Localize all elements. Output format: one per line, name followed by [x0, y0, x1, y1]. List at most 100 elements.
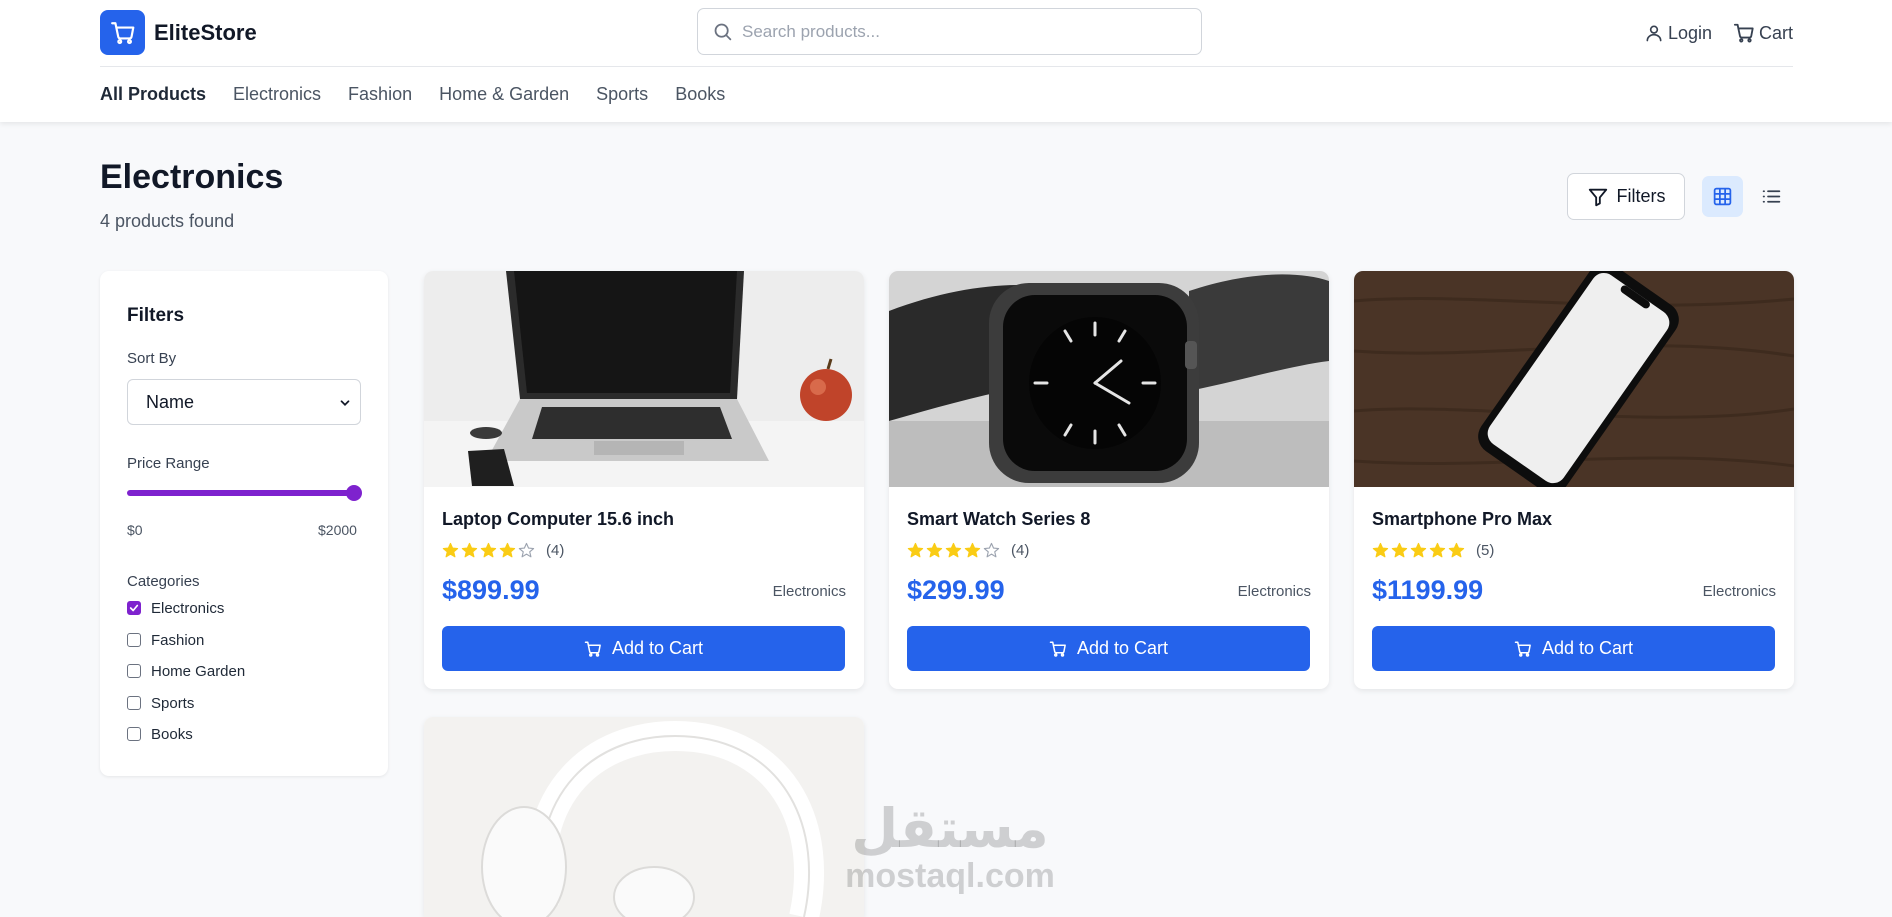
category-filter-label: Books [151, 725, 193, 743]
star-empty-icon [518, 542, 535, 558]
product-category: Electronics [1237, 583, 1311, 600]
star-empty-icon [983, 542, 1000, 558]
nav-item-books[interactable]: Books [675, 84, 725, 108]
product-image-headphones[interactable] [424, 717, 864, 917]
product-card[interactable] [424, 717, 864, 917]
review-count: (4) [546, 542, 565, 559]
checkbox[interactable] [127, 601, 141, 615]
category-filter-label: Electronics [151, 599, 225, 617]
add-to-cart-button[interactable]: Add to Cart [1372, 626, 1775, 671]
search-bar[interactable] [697, 8, 1202, 55]
add-to-cart-button[interactable]: Add to Cart [442, 626, 845, 671]
price-range-label: Price Range [127, 455, 210, 472]
search-icon [714, 23, 732, 41]
review-count: (4) [1011, 542, 1030, 559]
nav-item-home-garden[interactable]: Home & Garden [439, 84, 569, 108]
cart-label: Cart [1759, 22, 1794, 43]
product-card[interactable]: Smartphone Pro Max (5) $1199.99 Electron… [1354, 271, 1794, 689]
nav-item-sports[interactable]: Sports [596, 84, 648, 108]
product-rating: (4) [907, 542, 1029, 559]
product-image-smartwatch[interactable] [889, 271, 1329, 487]
category-filter-books[interactable]: Books [127, 724, 193, 744]
star-filled-icon [1410, 542, 1427, 558]
category-filter-fashion[interactable]: Fashion [127, 630, 204, 650]
product-name[interactable]: Laptop Computer 15.6 inch [442, 509, 674, 530]
header-top-bar: EliteStore Login Cart [100, 0, 1793, 67]
review-count: (5) [1476, 542, 1495, 559]
star-filled-icon [907, 542, 924, 558]
cart-link[interactable]: Cart [1733, 20, 1793, 46]
star-filled-icon [926, 542, 943, 558]
nav-item-all-products[interactable]: All Products [100, 84, 206, 108]
product-rating: (4) [442, 542, 564, 559]
search-input[interactable] [742, 19, 1182, 45]
checkbox[interactable] [127, 664, 141, 678]
star-filled-icon [964, 542, 981, 558]
sort-by-label: Sort By [127, 350, 177, 367]
star-filled-icon [442, 542, 459, 558]
list-view-button[interactable] [1751, 176, 1792, 217]
category-filter-electronics[interactable]: Electronics [127, 598, 224, 618]
checkbox[interactable] [127, 727, 141, 741]
watermark-latin-text: mostaql.com [845, 857, 1055, 895]
star-filled-icon [1429, 542, 1446, 558]
filters-sidebar: Filters Sort By Name Price Range $0 $200… [100, 271, 388, 776]
product-price: $1199.99 [1372, 575, 1484, 605]
product-card[interactable]: Laptop Computer 15.6 inch (4) $899.99 El… [424, 271, 864, 689]
product-image-laptop[interactable] [424, 271, 864, 487]
cart-icon [1733, 23, 1754, 43]
star-filled-icon [499, 542, 516, 558]
grid-view-button[interactable] [1702, 176, 1743, 217]
category-filter-label: Home Garden [151, 662, 246, 680]
product-rating: (5) [1372, 542, 1494, 559]
product-name[interactable]: Smartphone Pro Max [1372, 509, 1552, 530]
categories-label: Categories [127, 573, 200, 590]
cart-icon [584, 641, 601, 657]
brand-name[interactable]: EliteStore [154, 20, 257, 46]
add-to-cart-label: Add to Cart [1076, 638, 1169, 658]
add-to-cart-button[interactable]: Add to Cart [907, 626, 1310, 671]
star-filled-icon [1448, 542, 1465, 558]
product-card[interactable]: Smart Watch Series 8 (4) $299.99 Electro… [889, 271, 1329, 689]
sidebar-title: Filters [127, 305, 185, 326]
add-to-cart-label: Add to Cart [611, 638, 704, 658]
filters-button-label: Filters [1616, 186, 1666, 206]
product-name[interactable]: Smart Watch Series 8 [907, 509, 1090, 530]
logo[interactable] [100, 10, 145, 55]
category-nav: All Products Electronics Fashion Home & … [100, 84, 725, 108]
price-max-label: $2000 [318, 522, 357, 538]
product-image-smartphone[interactable] [1354, 271, 1794, 487]
price-slider-track[interactable] [127, 490, 354, 496]
sort-select[interactable]: Name [127, 379, 361, 425]
page-title: Electronics [100, 158, 284, 196]
login-label: Login [1668, 22, 1713, 43]
product-price: $899.99 [442, 575, 540, 605]
star-filled-icon [480, 542, 497, 558]
list-icon [1762, 190, 1781, 203]
product-price: $299.99 [907, 575, 1005, 605]
nav-item-electronics[interactable]: Electronics [233, 84, 321, 108]
category-filter-sports[interactable]: Sports [127, 693, 194, 713]
shopping-cart-icon [110, 21, 134, 44]
user-icon [1646, 25, 1662, 42]
watermark-logo: مستقل mostaql.com [830, 800, 1070, 900]
filters-button[interactable]: Filters [1567, 173, 1685, 220]
price-slider-thumb[interactable] [346, 485, 362, 501]
sort-select-value: Name [146, 391, 195, 412]
category-filter-home-garden[interactable]: Home Garden [127, 661, 245, 681]
star-filled-icon [1372, 542, 1389, 558]
category-filter-label: Fashion [151, 631, 205, 649]
product-count: 4 products found [100, 211, 235, 231]
filter-icon [1588, 188, 1607, 206]
star-filled-icon [461, 542, 478, 558]
login-link[interactable]: Login [1644, 20, 1712, 46]
nav-item-fashion[interactable]: Fashion [348, 84, 412, 108]
chevron-down-icon [340, 400, 350, 406]
checkbox[interactable] [127, 633, 141, 647]
star-filled-icon [1391, 542, 1408, 558]
star-filled-icon [945, 542, 962, 558]
product-category: Electronics [1702, 583, 1776, 600]
checkbox[interactable] [127, 696, 141, 710]
add-to-cart-label: Add to Cart [1541, 638, 1634, 658]
cart-icon [1514, 641, 1531, 657]
